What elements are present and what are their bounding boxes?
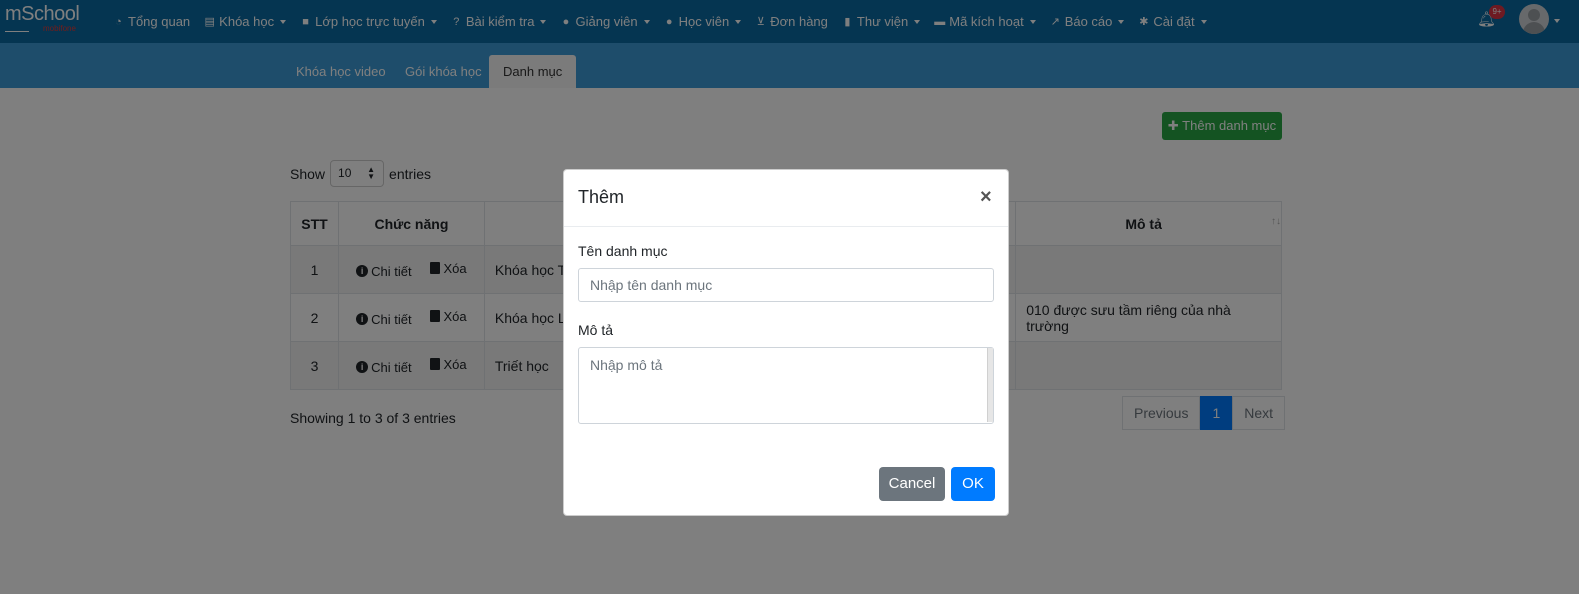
category-name-label: Tên danh mục — [578, 243, 668, 259]
textarea-scrollbar[interactable] — [987, 348, 993, 422]
category-name-input[interactable] — [578, 268, 994, 302]
close-icon[interactable]: × — [980, 186, 992, 208]
modal-title: Thêm — [578, 187, 625, 207]
description-label: Mô tả — [578, 322, 614, 338]
cancel-button[interactable]: Cancel — [879, 467, 945, 501]
description-textarea[interactable] — [578, 347, 994, 424]
modal-header: Thêm × — [564, 170, 1008, 227]
ok-button[interactable]: OK — [951, 467, 995, 501]
add-category-modal: Thêm × Tên danh mục Mô tả Cancel OK — [563, 169, 1009, 516]
